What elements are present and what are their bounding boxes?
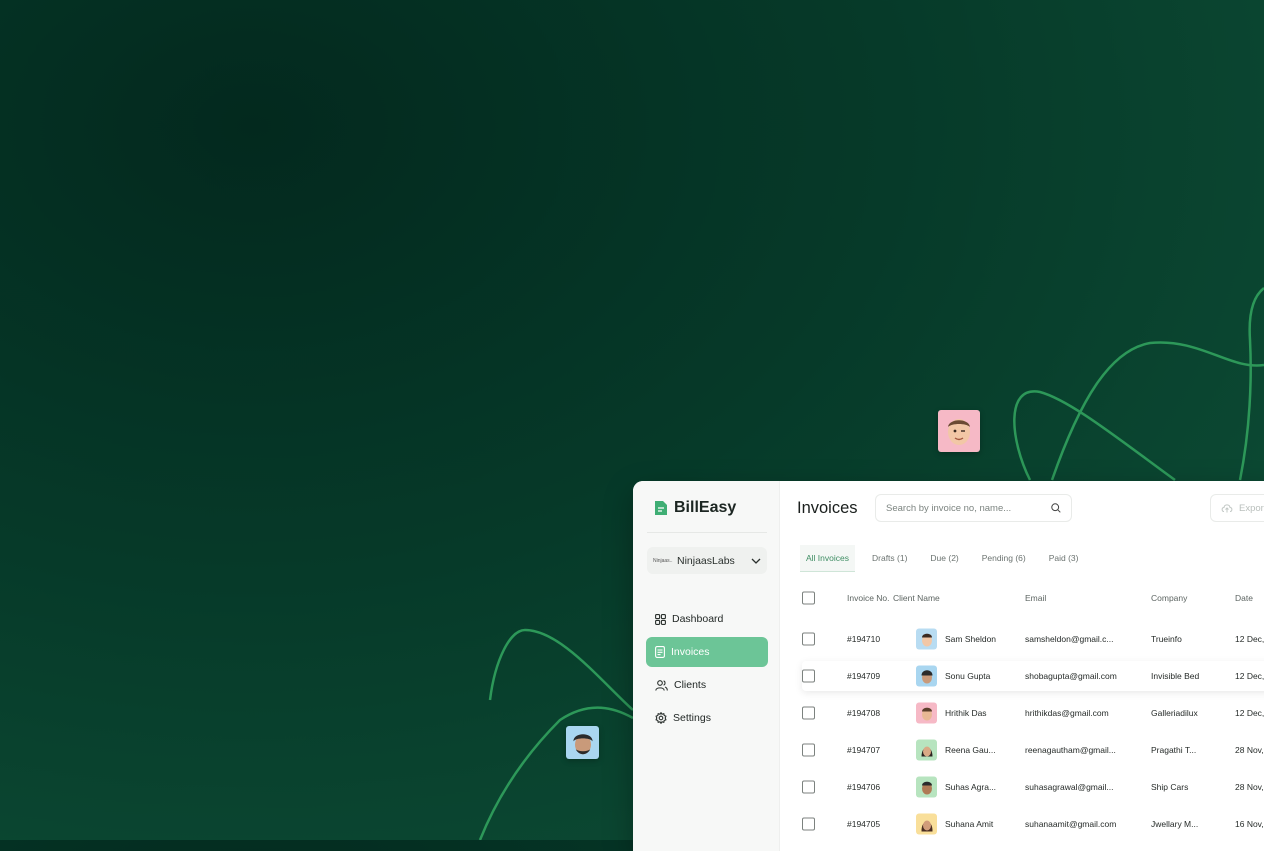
grid-icon bbox=[655, 613, 666, 625]
table-row[interactable]: #194706 Suhas Agra... suhasagrawal@gmail… bbox=[802, 772, 1264, 802]
page-title: Invoices bbox=[797, 499, 858, 517]
invoice-date: 28 Nov, bbox=[1235, 745, 1264, 755]
client-name: Hrithik Das bbox=[945, 708, 987, 718]
floating-avatar-icon bbox=[938, 410, 980, 452]
export-button[interactable]: Export bbox=[1210, 494, 1264, 522]
table-header: Invoice No. Client Name Email Company Da… bbox=[802, 589, 1264, 607]
avatar bbox=[916, 739, 937, 761]
client-email: shobagupta@gmail.com bbox=[1025, 671, 1117, 681]
client-company: Invisible Bed bbox=[1151, 671, 1200, 681]
invoice-number: #194705 bbox=[847, 819, 881, 829]
workspace-switcher[interactable]: Ninjaas.. NinjaasLabs bbox=[647, 547, 767, 574]
client-name: Sam Sheldon bbox=[945, 634, 997, 644]
tab-paid[interactable]: Paid (3) bbox=[1043, 545, 1085, 571]
search-icon bbox=[1051, 503, 1061, 513]
column-header: Client Name bbox=[893, 593, 940, 603]
client-email: suhasagrawal@gmail... bbox=[1025, 782, 1114, 792]
sidebar-item-label: Clients bbox=[674, 679, 707, 691]
invoice-date: 12 Dec, bbox=[1235, 708, 1264, 718]
column-header: Company bbox=[1151, 593, 1188, 603]
sidebar-nav: Dashboard Invoices Clients Settings bbox=[646, 604, 768, 736]
avatar bbox=[916, 628, 937, 650]
avatar bbox=[916, 665, 937, 687]
sidebar-item-label: Dashboard bbox=[672, 613, 724, 625]
table-row[interactable]: #194707 Reena Gau... reenagautham@gmail.… bbox=[802, 735, 1264, 765]
column-header: Invoice No. bbox=[847, 593, 890, 603]
column-header: Date bbox=[1235, 593, 1253, 603]
search-input[interactable]: Search by invoice no, name... bbox=[875, 494, 1072, 522]
client-email: samsheldon@gmail.c... bbox=[1025, 634, 1114, 644]
table-row[interactable]: #194705 Suhana Amit suhanaamit@gmail.com… bbox=[802, 809, 1264, 839]
sidebar-item-clients[interactable]: Clients bbox=[646, 670, 768, 700]
sidebar-divider bbox=[647, 532, 767, 533]
table-row[interactable]: #194708 Hrithik Das hrithikdas@gmail.com… bbox=[802, 698, 1264, 728]
client-company: Trueinfo bbox=[1151, 634, 1182, 644]
column-header: Email bbox=[1025, 593, 1047, 603]
avatar bbox=[916, 702, 937, 724]
app-name: BillEasy bbox=[674, 499, 737, 516]
client-name: Reena Gau... bbox=[945, 745, 996, 755]
sidebar-item-label: Invoices bbox=[671, 646, 710, 658]
main-content: Invoices Search by invoice no, name... E… bbox=[780, 481, 1264, 851]
tab-drafts[interactable]: Drafts (1) bbox=[866, 545, 913, 571]
workspace-logo: Ninjaas.. bbox=[653, 557, 673, 564]
invoice-number: #194710 bbox=[847, 634, 881, 644]
client-email: hrithikdas@gmail.com bbox=[1025, 708, 1109, 718]
floating-avatar-icon bbox=[566, 726, 599, 759]
logo-icon bbox=[655, 501, 667, 515]
table-row[interactable]: #194710 Sam Sheldon samsheldon@gmail.c..… bbox=[802, 624, 1264, 654]
sidebar-item-settings[interactable]: Settings bbox=[646, 703, 768, 733]
client-name: Suhana Amit bbox=[945, 819, 994, 829]
invoice-number: #194708 bbox=[847, 708, 881, 718]
row-checkbox[interactable] bbox=[802, 743, 815, 757]
client-email: reenagautham@gmail... bbox=[1025, 745, 1116, 755]
app-window: BillEasy Ninjaas.. NinjaasLabs Dashboard bbox=[633, 481, 1264, 851]
row-checkbox[interactable] bbox=[802, 669, 815, 683]
invoice-date: 28 Nov, bbox=[1235, 782, 1264, 792]
sidebar-item-dashboard[interactable]: Dashboard bbox=[646, 604, 768, 634]
users-icon bbox=[655, 679, 668, 691]
client-company: Ship Cars bbox=[1151, 782, 1189, 792]
table-row[interactable]: #194709 Sonu Gupta shobagupta@gmail.com … bbox=[802, 661, 1264, 691]
client-company: Jwellary M... bbox=[1151, 819, 1199, 829]
invoice-date: 12 Dec, bbox=[1235, 634, 1264, 644]
export-label: Export bbox=[1239, 502, 1264, 514]
tab-all-invoices[interactable]: All Invoices bbox=[800, 544, 855, 572]
document-icon bbox=[655, 646, 665, 658]
client-email: suhanaamit@gmail.com bbox=[1025, 819, 1117, 829]
row-checkbox[interactable] bbox=[802, 632, 815, 646]
client-name: Suhas Agra... bbox=[945, 782, 997, 792]
avatar bbox=[916, 776, 937, 798]
tab-pending[interactable]: Pending (6) bbox=[976, 545, 1032, 571]
invoice-number: #194706 bbox=[847, 782, 881, 792]
select-all-checkbox[interactable] bbox=[802, 591, 815, 605]
tab-due[interactable]: Due (2) bbox=[924, 545, 964, 571]
app-logo: BillEasy bbox=[654, 499, 736, 517]
invoice-number: #194707 bbox=[847, 745, 881, 755]
sidebar: BillEasy Ninjaas.. NinjaasLabs Dashboard bbox=[633, 481, 780, 851]
client-company: Galleriadilux bbox=[1151, 708, 1198, 718]
search-placeholder: Search by invoice no, name... bbox=[886, 502, 1012, 514]
sidebar-item-invoices[interactable]: Invoices bbox=[646, 637, 768, 667]
invoice-date: 16 Nov, bbox=[1235, 819, 1264, 829]
invoice-date: 12 Dec, bbox=[1235, 671, 1264, 681]
gear-icon bbox=[655, 712, 667, 724]
cloud-upload-icon bbox=[1221, 504, 1233, 513]
row-checkbox[interactable] bbox=[802, 706, 815, 720]
avatar bbox=[916, 813, 937, 835]
client-company: Pragathi T... bbox=[1151, 745, 1197, 755]
row-checkbox[interactable] bbox=[802, 817, 815, 831]
invoice-tabs: All Invoices Drafts (1) Due (2) Pending … bbox=[800, 544, 1095, 572]
sidebar-item-label: Settings bbox=[673, 712, 711, 724]
row-checkbox[interactable] bbox=[802, 780, 815, 794]
invoice-number: #194709 bbox=[847, 671, 881, 681]
workspace-name: NinjaasLabs bbox=[677, 554, 735, 567]
client-name: Sonu Gupta bbox=[945, 671, 991, 681]
chevron-down-icon bbox=[751, 558, 761, 564]
